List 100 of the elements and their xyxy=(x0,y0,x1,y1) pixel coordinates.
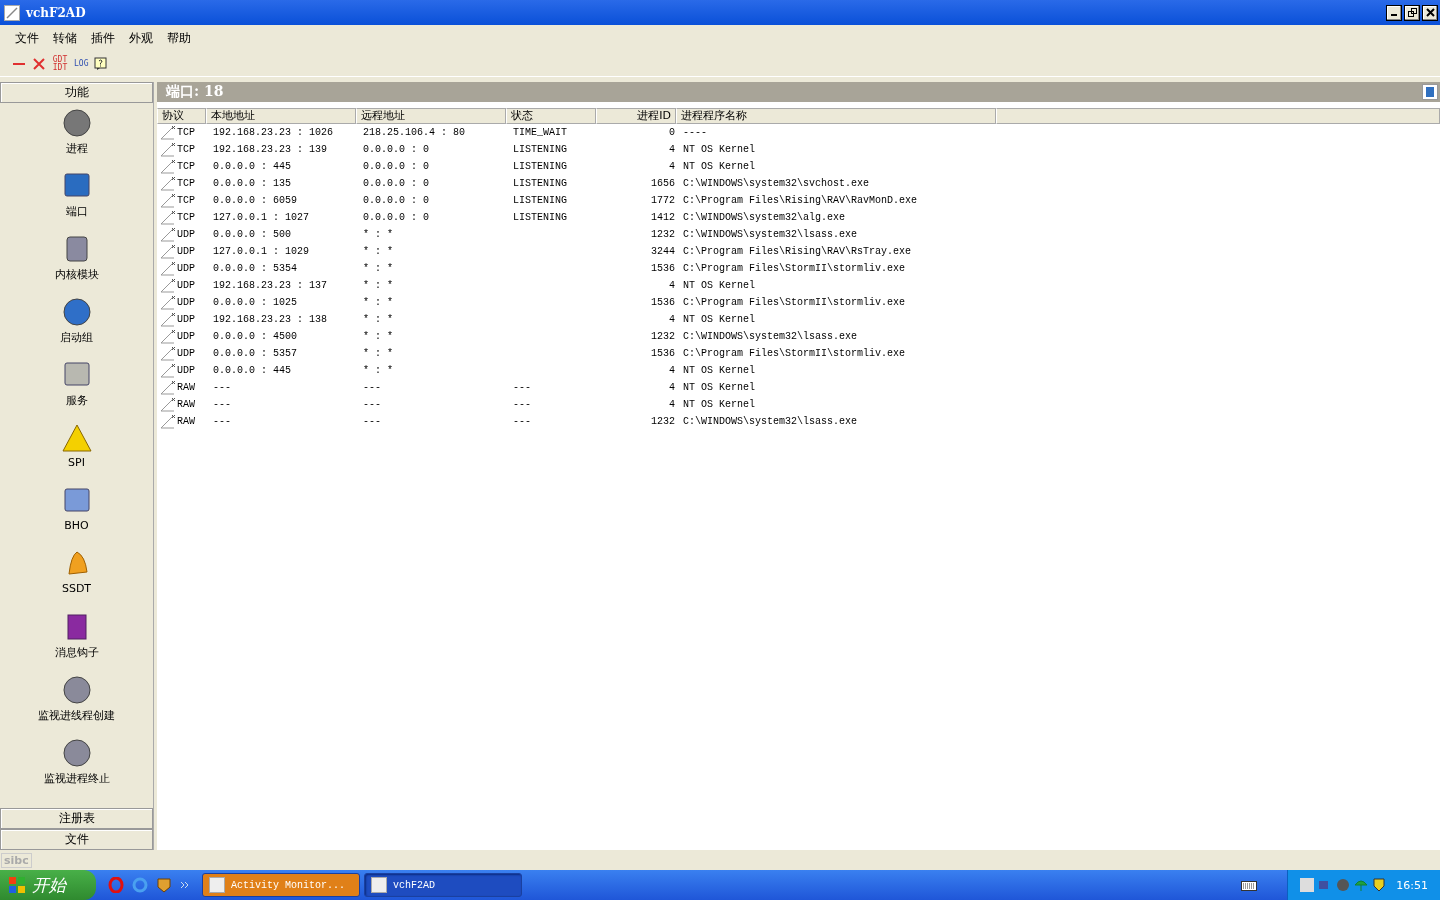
column-header[interactable]: 进程ID xyxy=(596,108,676,124)
table-cell: 0.0.0.0 : 135 xyxy=(213,178,291,189)
windows-logo-icon xyxy=(8,876,26,894)
sidebar-icon[interactable] xyxy=(60,737,93,769)
chevron-icon[interactable] xyxy=(180,880,190,890)
menu-item[interactable]: 帮助 xyxy=(160,30,198,47)
sidebar-item[interactable]: 监视进程终止 xyxy=(43,771,110,786)
sidebar-item[interactable]: SPI xyxy=(68,456,85,469)
sidebar-item[interactable]: SSDT xyxy=(61,582,92,595)
table-cell: LISTENING xyxy=(513,195,567,206)
table-cell: 4 xyxy=(669,365,675,376)
sidebar-item[interactable]: 进程 xyxy=(65,141,88,156)
table-cell: 127.0.0.1 : 1027 xyxy=(213,212,309,223)
table-cell: 4 xyxy=(669,161,675,172)
tray-icon[interactable] xyxy=(1300,878,1315,892)
table-cell: 4 xyxy=(669,144,675,155)
table-cell: ---- xyxy=(683,127,707,138)
app-icon xyxy=(4,4,20,21)
table-cell: 0.0.0.0 : 4500 xyxy=(213,331,297,342)
help-icon[interactable] xyxy=(94,57,109,71)
sidebar-item[interactable]: 端口 xyxy=(65,204,88,219)
connection-icon xyxy=(160,244,176,259)
table-cell: NT OS Kernel xyxy=(683,365,755,376)
table-cell: TCP xyxy=(177,178,195,189)
menu-item[interactable]: 外观 xyxy=(122,30,160,47)
sidebar-section-button[interactable]: 注册表 xyxy=(0,808,153,829)
app-icon xyxy=(371,877,387,893)
close-icon[interactable] xyxy=(32,57,46,71)
table-cell: --- xyxy=(513,399,531,410)
restore-button[interactable] xyxy=(1404,4,1420,21)
table-cell: 192.168.23.23 : 1026 xyxy=(213,127,334,138)
document-icon[interactable] xyxy=(1422,84,1438,100)
close-icon xyxy=(1425,8,1435,17)
table-cell: TCP xyxy=(177,144,195,155)
connection-icon xyxy=(160,363,176,378)
sidebar-section-button[interactable]: 文件 xyxy=(0,829,153,850)
table-cell: 0.0.0.0 : 0 xyxy=(363,144,429,155)
connection-icon xyxy=(160,380,176,395)
table-cell: TCP xyxy=(177,212,195,223)
table-cell: C:\WINDOWS\system32\svchost.exe xyxy=(683,178,870,189)
sidebar-item[interactable]: 消息钩子 xyxy=(54,645,99,660)
column-header[interactable]: 本地地址 xyxy=(206,108,356,124)
taskbar-button[interactable]: vchF2AD xyxy=(364,873,522,897)
table-cell: LISTENING xyxy=(513,212,567,223)
column-header[interactable]: 进程程序名称 xyxy=(676,108,996,124)
table-cell: 1536 xyxy=(651,263,675,274)
restore-icon xyxy=(1407,8,1417,17)
menu-item[interactable]: 插件 xyxy=(84,30,122,47)
keyboard-icon[interactable] xyxy=(1241,879,1258,891)
table-cell: --- xyxy=(213,399,231,410)
sidebar-item[interactable]: 服务 xyxy=(65,393,88,408)
table-cell: 0.0.0.0 : 6059 xyxy=(213,195,297,206)
sidebar-item[interactable]: BHO xyxy=(64,519,89,532)
table-cell: 0.0.0.0 : 1025 xyxy=(213,297,297,308)
table-cell: 1772 xyxy=(651,195,675,206)
table-cell: 0.0.0.0 : 500 xyxy=(213,229,291,240)
connection-icon xyxy=(160,142,176,157)
sidebar-item[interactable]: 启动组 xyxy=(60,330,93,345)
table-cell: * : * xyxy=(363,314,393,325)
table-cell: * : * xyxy=(363,348,393,359)
menu-item[interactable]: 文件 xyxy=(8,30,46,47)
table-cell: TCP xyxy=(177,127,195,138)
sidebar-icon[interactable] xyxy=(60,296,93,328)
table-cell: 3244 xyxy=(651,246,675,257)
column-header[interactable]: 状态 xyxy=(506,108,596,124)
minimize-button[interactable] xyxy=(1386,4,1402,21)
start-button[interactable]: 开始 xyxy=(0,870,96,900)
table-cell: NT OS Kernel xyxy=(683,144,755,155)
table-cell: C:\WINDOWS\system32\alg.exe xyxy=(683,212,846,223)
sidebar-item[interactable]: 监视进线程创建 xyxy=(38,708,115,723)
column-header[interactable]: 协议 xyxy=(157,108,206,124)
sidebar-icon[interactable] xyxy=(60,422,93,454)
table-cell: LISTENING xyxy=(513,178,567,189)
table-cell: 0.0.0.0 : 5354 xyxy=(213,263,297,274)
menu-item[interactable]: 转储 xyxy=(46,30,84,47)
table-cell: RAW xyxy=(177,382,195,393)
close-button[interactable] xyxy=(1422,4,1438,21)
status-text: sibc xyxy=(1,852,32,868)
table-cell: NT OS Kernel xyxy=(683,161,755,172)
table-cell: C:\WINDOWS\system32\lsass.exe xyxy=(683,416,858,427)
sidebar-header-button[interactable]: 功能 xyxy=(0,82,153,103)
table-cell: * : * xyxy=(363,297,393,308)
toolbar-button[interactable]: GDT IDT xyxy=(52,56,68,72)
clock: 16:51 xyxy=(1396,878,1428,892)
column-header[interactable]: 远程地址 xyxy=(356,108,506,124)
table-cell: --- xyxy=(363,416,381,427)
sidebar-icon[interactable] xyxy=(60,674,93,706)
table-cell: 0.0.0.0 : 445 xyxy=(213,365,291,376)
table-cell: 192.168.23.23 : 138 xyxy=(213,314,328,325)
toolbar-button[interactable]: LOG xyxy=(74,60,89,68)
table-cell: UDP xyxy=(177,365,195,376)
table-cell: --- xyxy=(363,382,381,393)
table-cell: 1232 xyxy=(651,416,675,427)
table-cell: C:\Program Files\Rising\RAV\RsTray.exe xyxy=(683,246,912,257)
sidebar-icon[interactable] xyxy=(60,107,93,139)
sidebar-item[interactable]: 内核模块 xyxy=(54,267,99,282)
table-cell: C:\Program Files\StormII\stormliv.exe xyxy=(683,297,906,308)
table-cell: NT OS Kernel xyxy=(683,280,755,291)
table-cell: 1656 xyxy=(651,178,675,189)
shield-icon[interactable] xyxy=(1372,878,1387,892)
